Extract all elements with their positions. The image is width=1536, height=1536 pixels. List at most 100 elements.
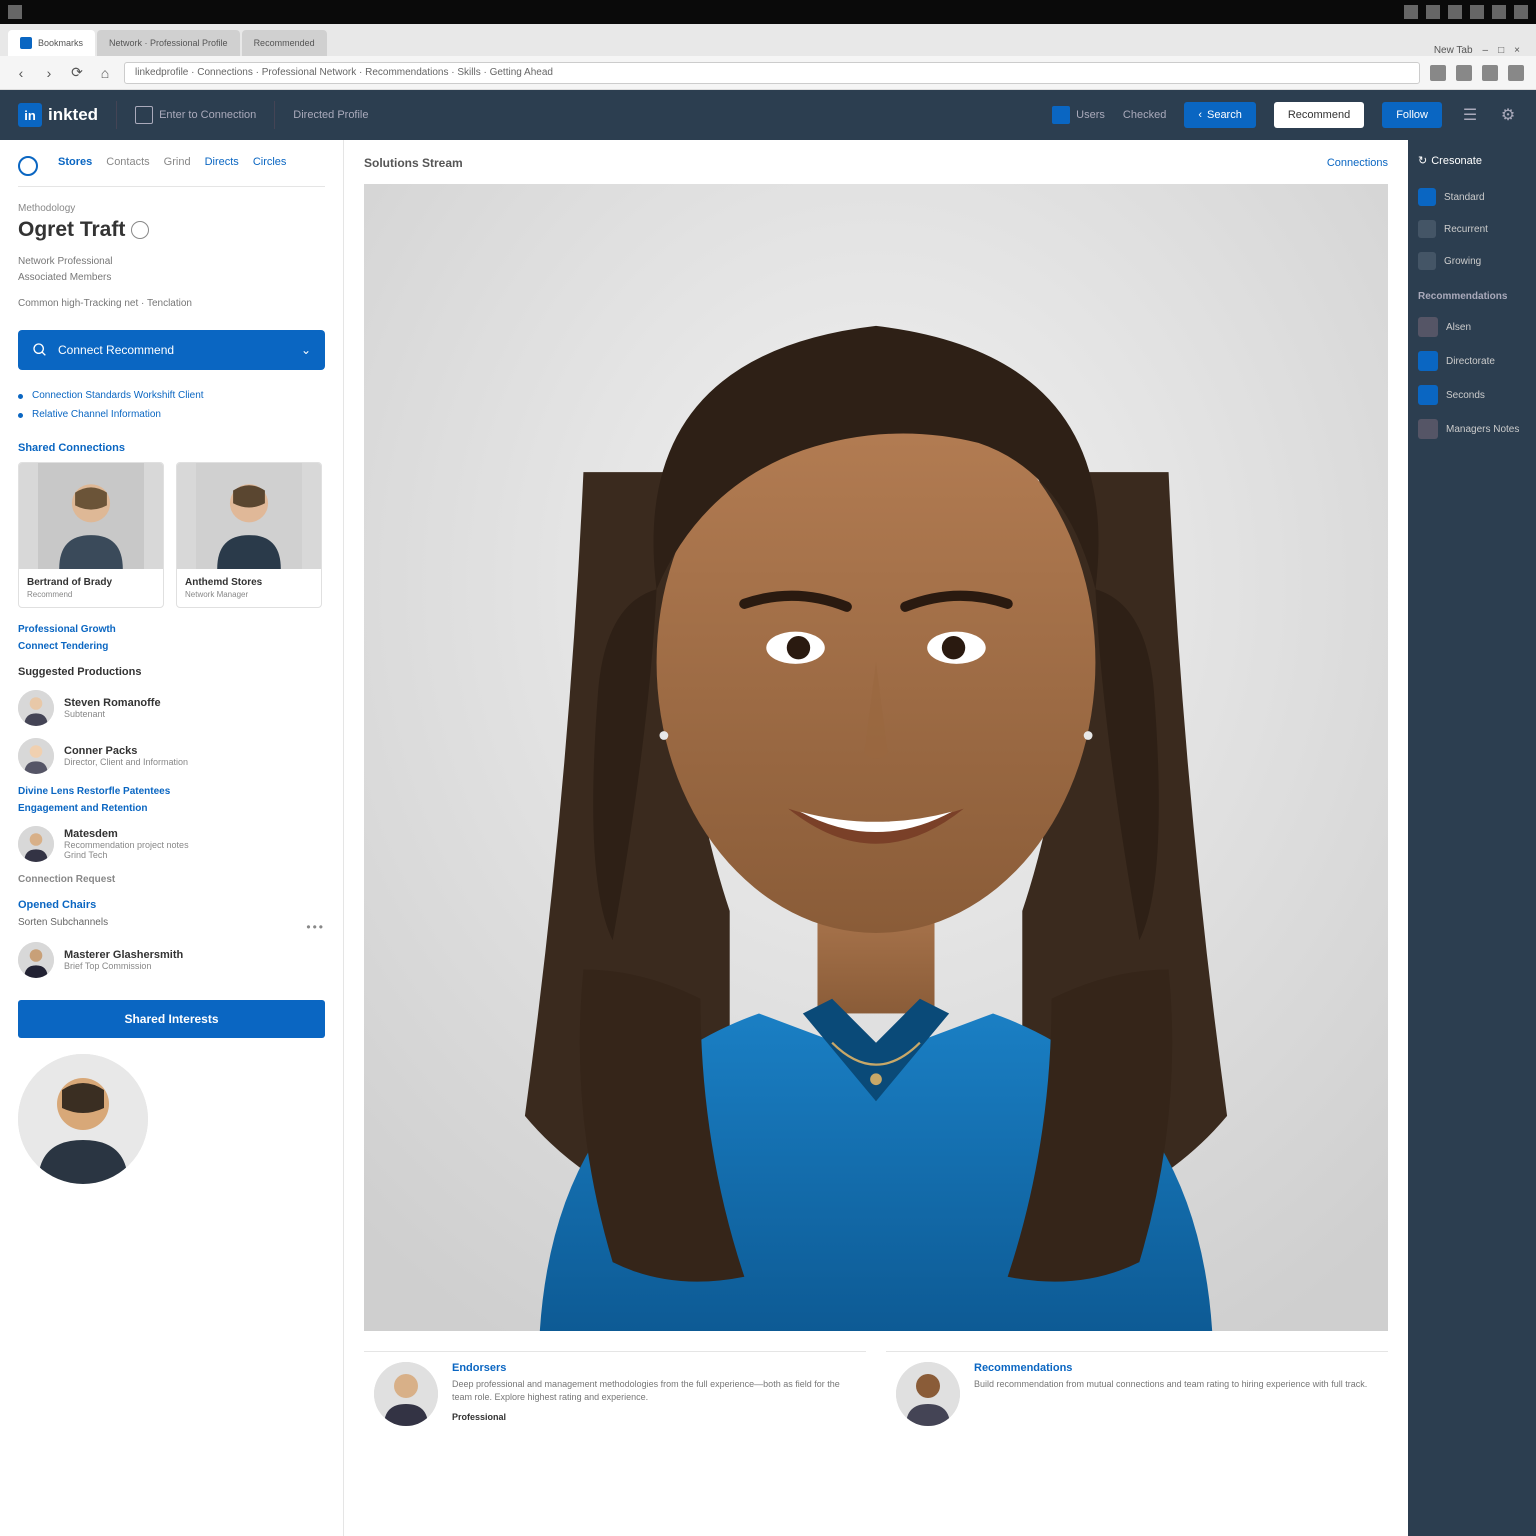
maximize-button[interactable]: □ — [1498, 45, 1504, 56]
button-label: Recommend — [1288, 109, 1350, 121]
os-tray-icon[interactable] — [1492, 5, 1506, 19]
shared-interests-button[interactable]: Shared Interests — [18, 1000, 325, 1038]
eyebrow-text: Methodology — [18, 203, 325, 214]
right-item[interactable]: Managers Notes — [1418, 412, 1526, 446]
sidebar-tabs: Stores Contacts Grind Directs Circles — [18, 156, 325, 187]
chevron-down-icon: ⌄ — [301, 343, 311, 357]
follow-button[interactable]: Follow — [1382, 102, 1442, 128]
back-button[interactable]: ‹ — [12, 64, 30, 82]
link-engagement[interactable]: Engagement and Retention — [18, 803, 325, 814]
os-tray-icon[interactable] — [1448, 5, 1462, 19]
card-footer: Professional — [452, 1411, 856, 1425]
link-connect-tendering[interactable]: Connect Tendering — [18, 641, 325, 652]
brand-text: inkted — [48, 105, 98, 125]
person-card[interactable]: Bertrand of Brady Recommend — [18, 462, 164, 608]
tab-contacts[interactable]: Contacts — [106, 156, 149, 176]
url-text: linkedprofile · Connections · Profession… — [135, 67, 553, 78]
home-button[interactable]: ⌂ — [96, 64, 114, 82]
large-avatar[interactable] — [18, 1054, 148, 1184]
meta-line: Network Professional — [18, 254, 325, 270]
section-header: Shared Connections — [18, 442, 325, 454]
menu-icon[interactable]: ☰ — [1460, 105, 1480, 125]
right-item[interactable]: Alsen — [1418, 310, 1526, 344]
section-header: Opened Chairs — [18, 899, 325, 911]
right-item[interactable]: Growing — [1418, 245, 1526, 277]
refresh-icon[interactable]: ↻ — [1418, 154, 1427, 167]
card-desc: Build recommendation from mutual connect… — [974, 1378, 1367, 1392]
close-button[interactable]: × — [1514, 45, 1520, 56]
gear-icon[interactable]: ⚙ — [1498, 105, 1518, 125]
mini-person[interactable]: Matesdem Recommendation project notes Gr… — [18, 820, 325, 868]
browser-tab[interactable]: Bookmarks — [8, 30, 95, 56]
right-item[interactable]: Standard — [1418, 181, 1526, 213]
tab-label: Bookmarks — [38, 38, 83, 48]
browser-tab[interactable]: Recommended — [242, 30, 327, 56]
reload-button[interactable]: ⟳ — [68, 64, 86, 82]
tab-stores[interactable]: Stores — [58, 156, 92, 176]
nav-users[interactable]: Users — [1052, 106, 1105, 124]
item-label: Managers Notes — [1446, 424, 1519, 435]
connect-search[interactable]: Connect Recommend ⌄ — [18, 330, 325, 370]
forward-button[interactable]: › — [40, 64, 58, 82]
menu-icon[interactable] — [1508, 65, 1524, 81]
right-item[interactable]: Seconds — [1418, 378, 1526, 412]
bullet-item[interactable]: Relative Channel Information — [18, 405, 325, 424]
tab-directs[interactable]: Directs — [205, 156, 239, 176]
person-name: Anthemd Stores — [185, 577, 313, 588]
app-header: in inkted Enter to Connection Directed P… — [0, 90, 1536, 140]
browser-tab[interactable]: Network · Professional Profile — [97, 30, 240, 56]
window-controls: New Tab – □ × — [1426, 45, 1528, 56]
card-title: Recommendations — [974, 1362, 1367, 1374]
tab-grind[interactable]: Grind — [164, 156, 191, 176]
chevron-left-icon: ‹ — [1198, 109, 1202, 121]
mini-name: Conner Packs — [64, 745, 188, 757]
square-icon — [135, 106, 153, 124]
nav-item-connection[interactable]: Enter to Connection — [135, 106, 256, 124]
person-card[interactable]: Anthemd Stores Network Manager — [176, 462, 322, 608]
left-sidebar: Stores Contacts Grind Directs Circles Me… — [0, 140, 344, 1536]
mini-person[interactable]: Steven Romanoffe Subtenant — [18, 684, 325, 732]
info-cards-row: Endorsers Deep professional and manageme… — [364, 1351, 1388, 1436]
link-patentees[interactable]: Divine Lens Restorfle Patentees — [18, 786, 325, 797]
nav-label: Directed Profile — [293, 109, 368, 121]
profile-header: Methodology Ogret Traft — [18, 203, 325, 242]
nav-checked[interactable]: Checked — [1123, 109, 1166, 121]
brand-logo[interactable]: in inkted — [18, 103, 98, 127]
address-bar[interactable]: linkedprofile · Connections · Profession… — [124, 62, 1420, 84]
avatar — [18, 826, 54, 862]
bullet-item[interactable]: Connection Standards Workshift Client — [18, 386, 325, 405]
section-header-dark: Suggested Productions — [18, 666, 325, 678]
nav-item-profile[interactable]: Directed Profile — [293, 109, 368, 121]
recommendations-card[interactable]: Recommendations Build recommendation fro… — [886, 1351, 1388, 1436]
tab-label: Network · Professional Profile — [109, 38, 228, 48]
tab-circles[interactable]: Circles — [253, 156, 287, 176]
os-tray-icon[interactable] — [1470, 5, 1484, 19]
nav-label: Enter to Connection — [159, 109, 256, 121]
os-tray-icon[interactable] — [1426, 5, 1440, 19]
mini-person[interactable]: Masterer Glashersmith Brief Top Commissi… — [18, 936, 325, 984]
os-tray-icon[interactable] — [1514, 5, 1528, 19]
more-icon[interactable]: ••• — [306, 920, 325, 934]
card-desc: Deep professional and management methodo… — [452, 1378, 856, 1405]
profile-hero-photo[interactable] — [364, 184, 1388, 1331]
link-professional-growth[interactable]: Professional Growth — [18, 624, 325, 635]
right-item[interactable]: Directorate — [1418, 344, 1526, 378]
search-button[interactable]: ‹ Search — [1184, 102, 1256, 128]
os-tray-icon[interactable] — [1404, 5, 1418, 19]
connections-link[interactable]: Connections — [1327, 157, 1388, 169]
person-name: Bertrand of Brady — [27, 577, 155, 588]
mini-name: Steven Romanoffe — [64, 697, 161, 709]
main-header: Solutions Stream Connections — [364, 156, 1388, 170]
extension-icon[interactable] — [1456, 65, 1472, 81]
new-tab-button[interactable]: New Tab — [1434, 45, 1473, 56]
recommend-button[interactable]: Recommend — [1274, 102, 1364, 128]
meta-line: Associated Members — [18, 270, 325, 286]
mini-person[interactable]: Conner Packs Director, Client and Inform… — [18, 732, 325, 780]
badge-icon — [131, 221, 149, 239]
endorsers-card[interactable]: Endorsers Deep professional and manageme… — [364, 1351, 866, 1436]
link-connection-request[interactable]: Connection Request — [18, 874, 325, 885]
right-item[interactable]: Recurrent — [1418, 213, 1526, 245]
bookmark-icon[interactable] — [1482, 65, 1498, 81]
extension-icon[interactable] — [1430, 65, 1446, 81]
minimize-button[interactable]: – — [1483, 45, 1489, 56]
